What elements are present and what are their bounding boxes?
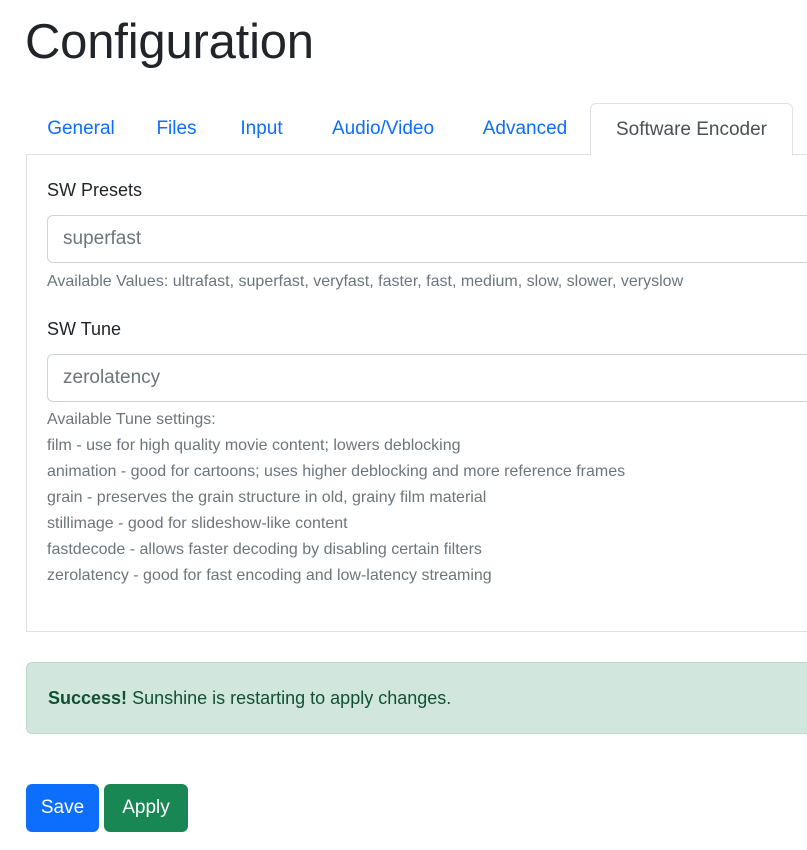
sw-tune-input[interactable] (47, 354, 807, 402)
tab-files[interactable]: Files (136, 103, 217, 155)
sw-presets-label: SW Presets (47, 180, 143, 200)
tab-input[interactable]: Input (217, 103, 306, 155)
sw-tune-help: Available Tune settings: film - use for … (47, 407, 625, 589)
help-line: stillimage - good for slideshow-like con… (47, 515, 348, 532)
help-line: Available Tune settings: (47, 411, 216, 428)
alert-message: Sunshine is restarting to apply changes. (127, 688, 452, 708)
tab-software-encoder[interactable]: Software Encoder (590, 103, 793, 156)
config-tabs: General Files Input Audio/Video Advanced… (26, 103, 807, 156)
help-line: animation - good for cartoons; uses high… (47, 463, 626, 480)
help-line: film - use for high quality movie conten… (47, 437, 461, 454)
success-alert: Success! Sunshine is restarting to apply… (26, 662, 807, 734)
sw-presets-help: Available Values: ultrafast, superfast, … (47, 273, 684, 290)
configuration-page: Configuration General Files Input Audio/… (0, 0, 807, 850)
help-line: zerolatency - good for fast encoding and… (47, 567, 492, 584)
tab-audio-video[interactable]: Audio/Video (306, 103, 460, 155)
page-title: Configuration (25, 15, 314, 69)
help-line: grain - preserves the grain structure in… (47, 489, 487, 506)
tab-general[interactable]: General (26, 103, 136, 155)
tab-advanced[interactable]: Advanced (460, 103, 590, 155)
apply-button[interactable]: Apply (104, 784, 188, 832)
sw-presets-input[interactable] (47, 215, 807, 263)
alert-strong: Success! (48, 688, 128, 708)
help-line: fastdecode - allows faster decoding by d… (47, 541, 482, 558)
save-button[interactable]: Save (26, 784, 99, 832)
sw-tune-label: SW Tune (47, 319, 122, 339)
